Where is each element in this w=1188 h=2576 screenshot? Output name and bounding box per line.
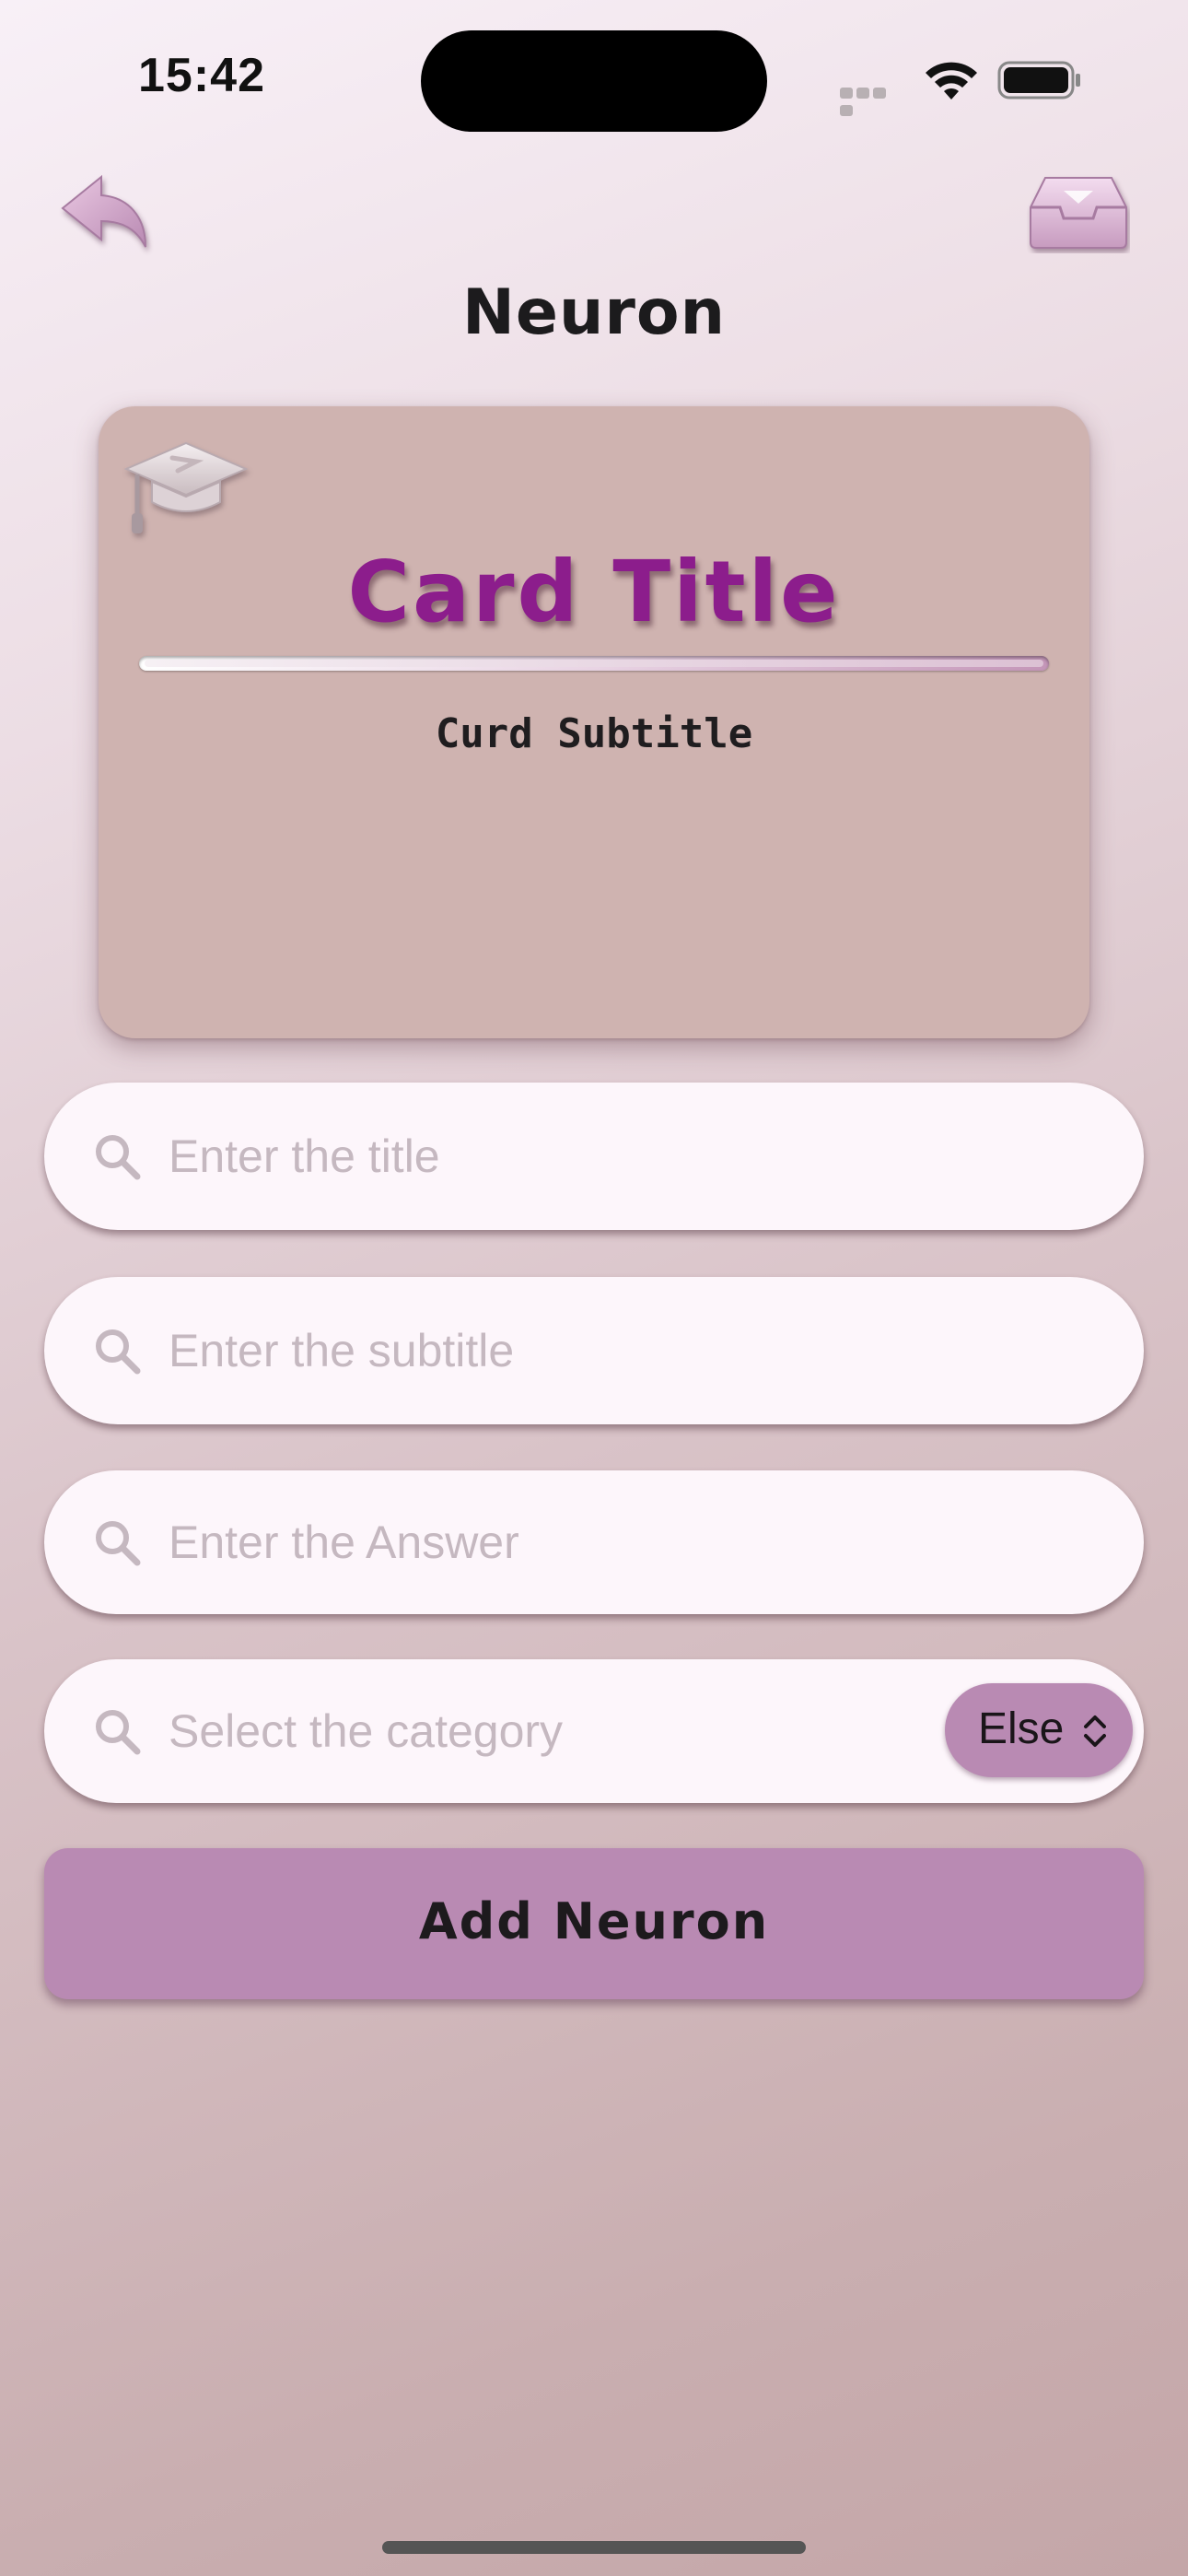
preview-card: Card Title Curd Subtitle [99,406,1089,1038]
title-input[interactable] [169,1083,997,1230]
page-title: Neuron [461,276,727,349]
search-icon [96,1521,141,1566]
search-icon [96,1710,141,1755]
cellular-signal-icon [840,85,904,116]
answer-field[interactable] [44,1470,1144,1614]
chevron-updown-icon [1084,1715,1106,1747]
subtitle-field[interactable] [44,1277,1144,1424]
card-divider [139,656,1049,671]
subtitle-input[interactable] [169,1277,997,1424]
answer-input[interactable] [169,1470,997,1614]
add-neuron-button[interactable]: Add Neuron [44,1848,1144,1999]
card-subtitle: Curd Subtitle [435,710,753,757]
wifi-icon [926,62,977,100]
search-icon [96,1135,141,1180]
title-field[interactable] [44,1083,1144,1230]
battery-icon [997,61,1080,100]
search-icon [96,1329,141,1375]
arrow-uturn-back-icon [61,174,146,248]
dynamic-island [421,30,767,132]
category-select-value: Else [978,1704,1065,1753]
tray-icon [1030,177,1127,249]
category-input[interactable] [169,1659,795,1803]
category-select[interactable]: Else [945,1683,1133,1777]
graduation-cap-icon [123,441,249,533]
category-field[interactable]: Else [44,1659,1144,1803]
status-time: 15:42 [138,49,265,102]
add-neuron-label: Add Neuron [418,1892,770,1950]
card-title: Card Title [347,543,841,641]
tray-button[interactable] [1027,170,1130,253]
back-button[interactable] [55,168,157,260]
home-indicator [382,2541,806,2554]
